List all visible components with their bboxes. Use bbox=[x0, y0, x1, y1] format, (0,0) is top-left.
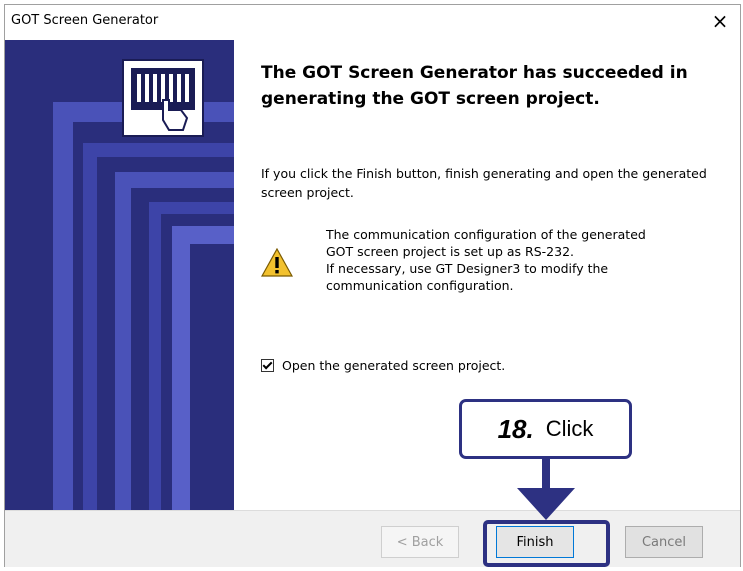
back-button-label: < Back bbox=[396, 534, 444, 550]
back-button: < Back bbox=[381, 526, 459, 558]
title-bar: GOT Screen Generator × bbox=[5, 5, 740, 37]
step-label: Click bbox=[545, 416, 594, 441]
open-project-option[interactable]: Open the generated screen project. bbox=[261, 358, 505, 373]
open-project-label: Open the generated screen project. bbox=[282, 358, 506, 373]
wizard-banner bbox=[5, 40, 234, 510]
banner-graphic bbox=[5, 40, 234, 510]
cancel-button[interactable]: Cancel bbox=[625, 526, 703, 558]
warning-icon bbox=[261, 248, 293, 277]
step-number: 18. bbox=[497, 413, 534, 444]
open-project-checkbox[interactable] bbox=[261, 359, 274, 372]
close-button[interactable]: × bbox=[700, 5, 740, 37]
got-screen-logo-icon bbox=[122, 59, 204, 137]
cancel-button-label: Cancel bbox=[641, 534, 687, 550]
warning-text: The communication configuration of the g… bbox=[326, 227, 646, 293]
window-title: GOT Screen Generator bbox=[11, 13, 159, 28]
finish-button[interactable]: Finish bbox=[496, 526, 574, 558]
arrow-down-icon bbox=[517, 458, 575, 520]
dialog-window: GOT Screen Generator × The GOT Screen Ge… bbox=[4, 4, 741, 567]
instruction-text: If you click the Finish button, finish g… bbox=[261, 166, 707, 200]
page-heading: The GOT Screen Generator has succeeded i… bbox=[261, 63, 688, 109]
finish-button-label: Finish bbox=[516, 534, 554, 550]
step-callout: 18. Click bbox=[459, 399, 632, 459]
button-bar: < Back Finish Cancel bbox=[5, 510, 740, 567]
